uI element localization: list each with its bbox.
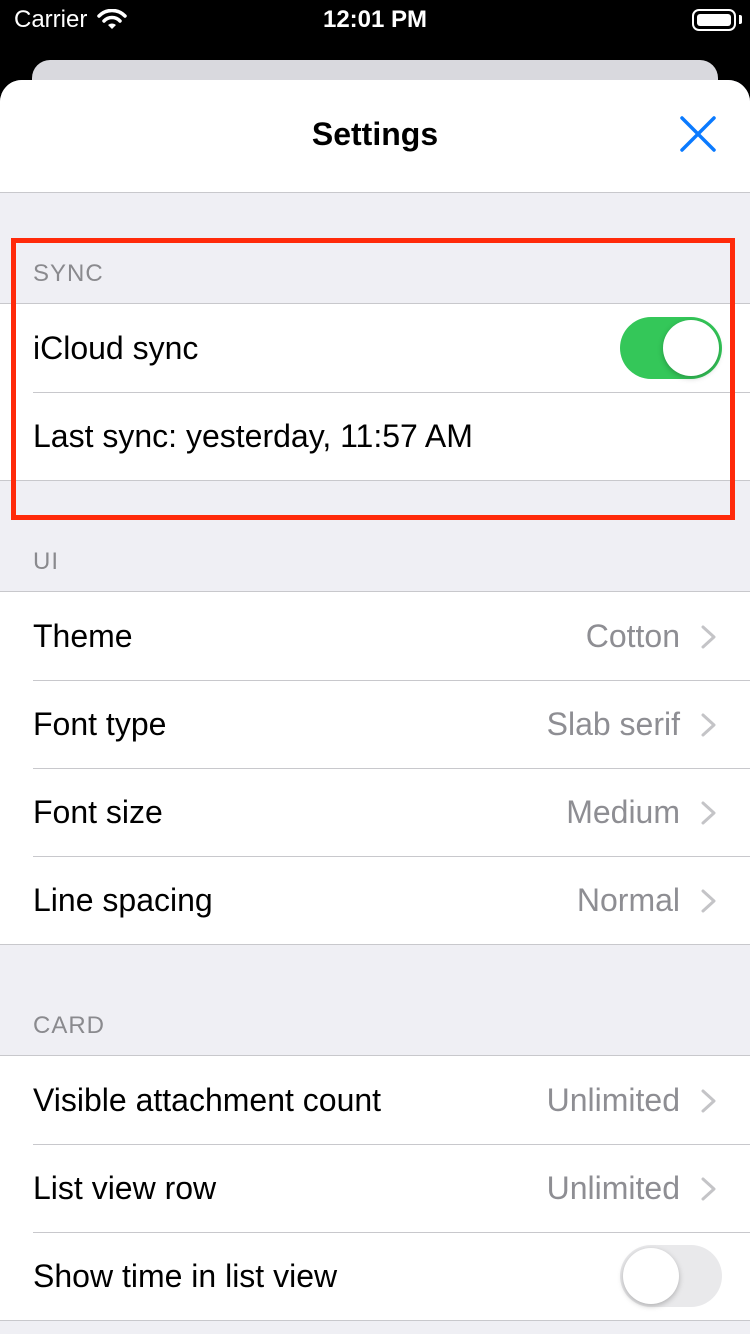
icloud-sync-row: iCloud sync	[0, 304, 750, 392]
show-time-row: Show time in list view	[0, 1232, 750, 1320]
toggle-knob	[623, 1248, 679, 1304]
chevron-right-icon	[701, 713, 716, 737]
chevron-right-icon	[701, 801, 716, 825]
attachment-count-value: Unlimited	[546, 1082, 680, 1118]
section-header-sync: SYNC	[33, 260, 104, 287]
sync-group: iCloud sync Last sync: yesterday, 11:57 …	[0, 303, 750, 481]
status-bar: Carrier 12:01 PM	[0, 0, 750, 44]
icloud-sync-label: iCloud sync	[33, 330, 199, 366]
battery-icon	[692, 9, 736, 31]
settings-sheet: Settings SYNC iCloud sync Last sync: yes…	[0, 80, 750, 1334]
nav-bar: Settings	[0, 80, 750, 193]
list-view-row-row[interactable]: List view row Unlimited	[0, 1144, 750, 1232]
font-size-row[interactable]: Font size Medium	[0, 768, 750, 856]
theme-row[interactable]: Theme Cotton	[0, 592, 750, 680]
show-time-toggle[interactable]	[620, 1245, 722, 1307]
show-time-label: Show time in list view	[33, 1258, 338, 1294]
attachment-count-row[interactable]: Visible attachment count Unlimited	[0, 1056, 750, 1144]
font-size-value: Medium	[566, 794, 680, 830]
theme-value: Cotton	[585, 618, 680, 654]
toggle-knob	[663, 320, 719, 376]
section-header-card: CARD	[33, 1012, 106, 1039]
last-sync-label: Last sync: yesterday, 11:57 AM	[33, 418, 473, 454]
list-view-row-value: Unlimited	[546, 1170, 680, 1206]
status-time: 12:01 PM	[322, 6, 428, 33]
close-icon[interactable]	[678, 114, 718, 154]
icloud-sync-toggle[interactable]	[620, 317, 722, 379]
line-spacing-label: Line spacing	[33, 882, 213, 918]
last-sync-row: Last sync: yesterday, 11:57 AM	[0, 392, 750, 480]
line-spacing-row[interactable]: Line spacing Normal	[0, 856, 750, 944]
chevron-right-icon	[701, 1089, 716, 1113]
font-type-label: Font type	[33, 706, 167, 742]
theme-label: Theme	[33, 618, 133, 654]
card-group: Visible attachment count Unlimited List …	[0, 1055, 750, 1321]
line-spacing-value: Normal	[576, 882, 680, 918]
page-title: Settings	[311, 116, 439, 152]
battery-tip	[739, 15, 742, 24]
font-type-value: Slab serif	[546, 706, 680, 742]
list-view-row-label: List view row	[33, 1170, 217, 1206]
chevron-right-icon	[701, 625, 716, 649]
font-size-label: Font size	[33, 794, 163, 830]
attachment-count-label: Visible attachment count	[33, 1082, 382, 1118]
chevron-right-icon	[701, 889, 716, 913]
chevron-right-icon	[701, 1177, 716, 1201]
font-type-row[interactable]: Font type Slab serif	[0, 680, 750, 768]
section-header-ui: UI	[33, 548, 59, 575]
ui-group: Theme Cotton Font type Slab serif Font s…	[0, 591, 750, 945]
